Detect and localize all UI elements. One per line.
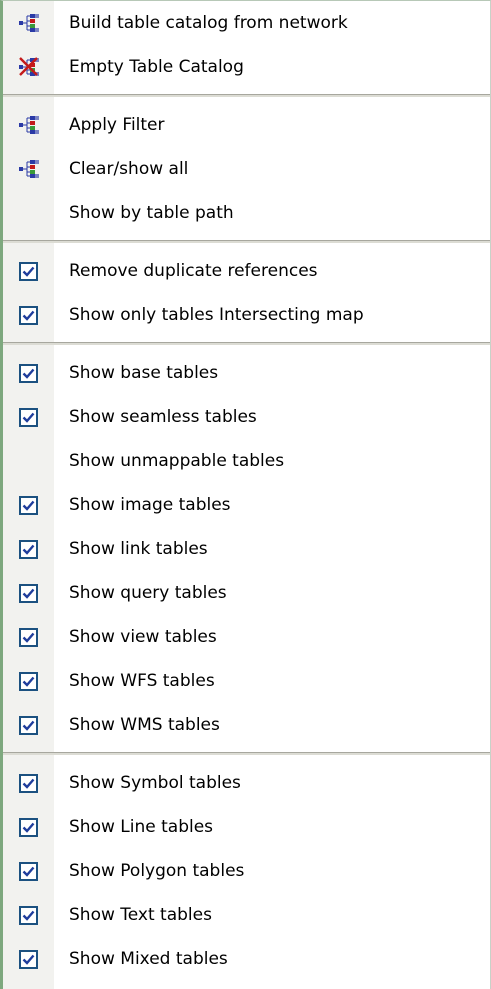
menu-item-label: Show Symbol tables (69, 773, 241, 793)
menu-item-icon-slot (3, 439, 54, 483)
checkbox-checked (19, 305, 38, 325)
menu-item-show-view-tables[interactable]: Show view tables (3, 615, 490, 659)
menu-item-show-symbol-tables[interactable]: Show Symbol tables (3, 761, 490, 805)
menu-item-show-seamless-tables[interactable]: Show seamless tables (3, 395, 490, 439)
menu-item-show-wms-tables[interactable]: Show WMS tables (3, 703, 490, 747)
checkmark-icon (3, 249, 54, 293)
menu-item-show-text-tables[interactable]: Show Text tables (3, 893, 490, 937)
menu-item-label: Show query tables (69, 583, 227, 603)
checkbox-checked (19, 905, 38, 925)
empty-catalog-icon (3, 45, 54, 89)
checkmark-icon (3, 761, 54, 805)
checkmark-icon (3, 351, 54, 395)
menu-item-apply-filter[interactable]: Apply Filter (3, 103, 490, 147)
menu-item-label: Apply Filter (69, 115, 165, 135)
menu-item-show-link-tables[interactable]: Show link tables (3, 527, 490, 571)
checkmark-icon (3, 571, 54, 615)
checkmark-icon (3, 849, 54, 893)
checkbox-checked (19, 583, 38, 603)
checkbox-checked (19, 363, 38, 383)
menu-item-show-mixed-tables[interactable]: Show Mixed tables (3, 937, 490, 981)
checkmark-icon (3, 483, 54, 527)
checkbox-checked (19, 949, 38, 969)
menu-item-label: Show image tables (69, 495, 231, 515)
menu-item-label: Empty Table Catalog (69, 57, 244, 77)
network-tree-icon (3, 1, 54, 45)
menu-item-label: Show WFS tables (69, 671, 215, 691)
checkbox-checked (19, 773, 38, 793)
checkmark-icon (3, 893, 54, 937)
menu-item-label: Show base tables (69, 363, 219, 383)
checkbox-checked (19, 671, 38, 691)
menu-item-label: Show unmappable tables (69, 451, 285, 471)
checkbox-checked (19, 817, 38, 837)
menu-item-label: Show only tables Intersecting map (69, 305, 364, 325)
checkmark-icon (3, 293, 54, 337)
menu-item-show-only-tables-intersecting-map[interactable]: Show only tables Intersecting map (3, 293, 490, 337)
menu-item-label: Show Mixed tables (69, 949, 228, 969)
menu-item-build-table-catalog-from-network[interactable]: Build table catalog from network (3, 1, 490, 45)
menu-item-show-base-tables[interactable]: Show base tables (3, 351, 490, 395)
checkbox-checked (19, 539, 38, 559)
checkmark-icon (3, 805, 54, 849)
menu-item-label: Build table catalog from network (69, 13, 348, 33)
checkmark-icon (3, 395, 54, 439)
menu-item-show-unmappable-tables[interactable]: Show unmappable tables (3, 439, 490, 483)
checkmark-icon (3, 615, 54, 659)
menu-separator (3, 747, 490, 761)
menu-item-show-wfs-tables[interactable]: Show WFS tables (3, 659, 490, 703)
menu-item-show-polygon-tables[interactable]: Show Polygon tables (3, 849, 490, 893)
menu-item-label: Show Text tables (69, 905, 212, 925)
checkbox-checked (19, 261, 38, 281)
menu-item-show-image-tables[interactable]: Show image tables (3, 483, 490, 527)
network-tree-icon (3, 103, 54, 147)
checkbox-checked (19, 627, 38, 647)
menu-item-label: Show seamless tables (69, 407, 257, 427)
checkmark-icon (3, 937, 54, 981)
menu-item-remove-duplicate-references[interactable]: Remove duplicate references (3, 249, 490, 293)
menu-item-label: Show Polygon tables (69, 861, 245, 881)
menu-item-empty-table-catalog[interactable]: Empty Table Catalog (3, 45, 490, 89)
menu-item-label: Clear/show all (69, 159, 189, 179)
checkmark-icon (3, 527, 54, 571)
menu-item-show-line-tables[interactable]: Show Line tables (3, 805, 490, 849)
network-tree-icon (3, 147, 54, 191)
menu-item-clear-show-all[interactable]: Clear/show all (3, 147, 490, 191)
context-menu: Build table catalog from network Empty Ta… (0, 0, 491, 989)
checkbox-checked (19, 861, 38, 881)
checkbox-checked (19, 715, 38, 735)
menu-separator (3, 337, 490, 351)
menu-item-label: Show WMS tables (69, 715, 220, 735)
checkmark-icon (3, 703, 54, 747)
menu-body: Build table catalog from network Empty Ta… (3, 1, 490, 981)
menu-item-label: Show link tables (69, 539, 208, 559)
menu-item-label: Show view tables (69, 627, 217, 647)
checkmark-icon (3, 659, 54, 703)
menu-separator (3, 235, 490, 249)
menu-item-label: Show Line tables (69, 817, 214, 837)
menu-item-show-by-table-path[interactable]: Show by table path (3, 191, 490, 235)
menu-item-label: Remove duplicate references (69, 261, 318, 281)
menu-item-show-query-tables[interactable]: Show query tables (3, 571, 490, 615)
menu-item-icon-slot (3, 191, 54, 235)
checkbox-checked (19, 495, 38, 515)
menu-separator (3, 89, 490, 103)
checkbox-checked (19, 407, 38, 427)
menu-item-label: Show by table path (69, 203, 234, 223)
